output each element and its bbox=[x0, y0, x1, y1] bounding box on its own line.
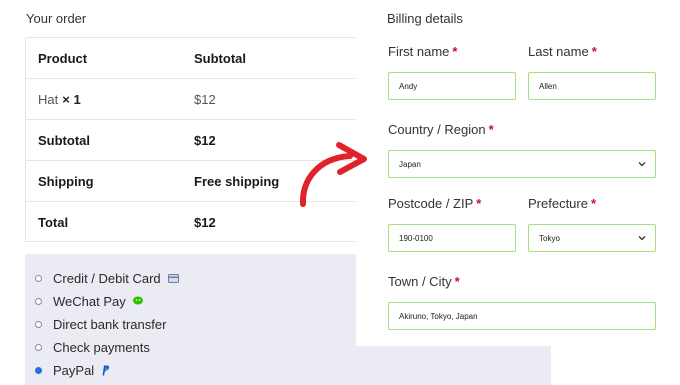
town-value: Akiruno, Tokyo, Japan bbox=[399, 311, 478, 321]
last-name-field[interactable]: Allen bbox=[528, 72, 656, 100]
payment-option-credit-card[interactable]: Credit / Debit Card bbox=[35, 269, 179, 287]
radio-button[interactable] bbox=[35, 320, 42, 328]
payment-option-bank-transfer[interactable]: Direct bank transfer bbox=[35, 315, 166, 333]
payment-option-label: WeChat Pay bbox=[53, 293, 126, 309]
required-mark: * bbox=[454, 274, 460, 289]
chevron-down-icon bbox=[638, 160, 646, 169]
postcode-value: 190-0100 bbox=[399, 233, 433, 243]
order-title: Your order bbox=[26, 11, 87, 26]
payment-option-check[interactable]: Check payments bbox=[35, 338, 150, 356]
prefecture-label: Prefecture * bbox=[528, 196, 596, 211]
paypal-icon bbox=[101, 365, 110, 376]
item-name: Hat bbox=[38, 92, 59, 107]
billing-title: Billing details bbox=[387, 11, 463, 26]
first-name-label-text: First name bbox=[388, 44, 450, 59]
last-name-value: Allen bbox=[539, 81, 557, 91]
required-mark: * bbox=[590, 196, 597, 211]
table-row: Hat × 1 $12 bbox=[26, 79, 357, 120]
prefecture-value: Tokyo bbox=[539, 233, 560, 243]
required-mark: * bbox=[488, 122, 494, 137]
subtotal-label: Subtotal bbox=[38, 133, 90, 148]
first-name-field[interactable]: Andy bbox=[388, 72, 516, 100]
subtotal-column-header: Subtotal bbox=[194, 51, 246, 66]
prefecture-select[interactable]: Tokyo bbox=[528, 224, 656, 252]
country-value: Japan bbox=[399, 159, 421, 169]
payment-option-label: Check payments bbox=[53, 339, 150, 355]
last-name-label: Last name * bbox=[528, 44, 597, 59]
postcode-label-text: Postcode / ZIP bbox=[388, 196, 474, 211]
radio-button-selected[interactable] bbox=[35, 366, 42, 374]
required-mark: * bbox=[476, 196, 482, 211]
country-select[interactable]: Japan bbox=[388, 150, 656, 178]
country-label: Country / Region * bbox=[388, 122, 494, 137]
total-value: $12 bbox=[194, 215, 216, 230]
billing-details-panel: Billing details First name * Andy Last na… bbox=[356, 0, 680, 346]
first-name-label: First name * bbox=[388, 44, 457, 59]
shipping-label: Shipping bbox=[38, 174, 94, 189]
payment-option-label: PayPal bbox=[53, 362, 95, 378]
radio-button[interactable] bbox=[35, 297, 42, 305]
item-cell: Hat × 1 bbox=[38, 92, 81, 107]
payment-option-wechat-pay[interactable]: WeChat Pay bbox=[35, 292, 144, 310]
subtotal-value: $12 bbox=[194, 133, 216, 148]
chevron-down-icon bbox=[638, 234, 646, 243]
first-name-value: Andy bbox=[399, 81, 418, 91]
postcode-label: Postcode / ZIP * bbox=[388, 196, 481, 211]
payment-option-paypal[interactable]: PayPal bbox=[35, 361, 110, 379]
total-label: Total bbox=[38, 215, 69, 230]
product-column-header: Product bbox=[38, 51, 88, 66]
country-label-text: Country / Region bbox=[388, 122, 486, 137]
red-arrow-icon bbox=[299, 142, 367, 207]
prefecture-label-text: Prefecture bbox=[528, 196, 588, 211]
shipping-value: Free shipping bbox=[194, 174, 280, 189]
town-label: Town / City * bbox=[388, 274, 460, 289]
last-name-label-text: Last name bbox=[528, 44, 589, 59]
required-mark: * bbox=[452, 44, 458, 59]
payment-option-label: Credit / Debit Card bbox=[53, 270, 161, 286]
town-field[interactable]: Akiruno, Tokyo, Japan bbox=[388, 302, 656, 330]
order-header-row: Product Subtotal bbox=[26, 38, 357, 79]
item-quantity: × 1 bbox=[62, 92, 81, 107]
radio-button[interactable] bbox=[35, 274, 42, 282]
town-label-text: Town / City bbox=[388, 274, 452, 289]
wechat-icon bbox=[132, 296, 144, 306]
postcode-field[interactable]: 190-0100 bbox=[388, 224, 516, 252]
payment-option-label: Direct bank transfer bbox=[53, 316, 167, 332]
required-mark: * bbox=[591, 44, 597, 59]
item-price: $12 bbox=[194, 92, 216, 107]
radio-button[interactable] bbox=[35, 343, 42, 351]
credit-card-icon bbox=[167, 273, 179, 283]
